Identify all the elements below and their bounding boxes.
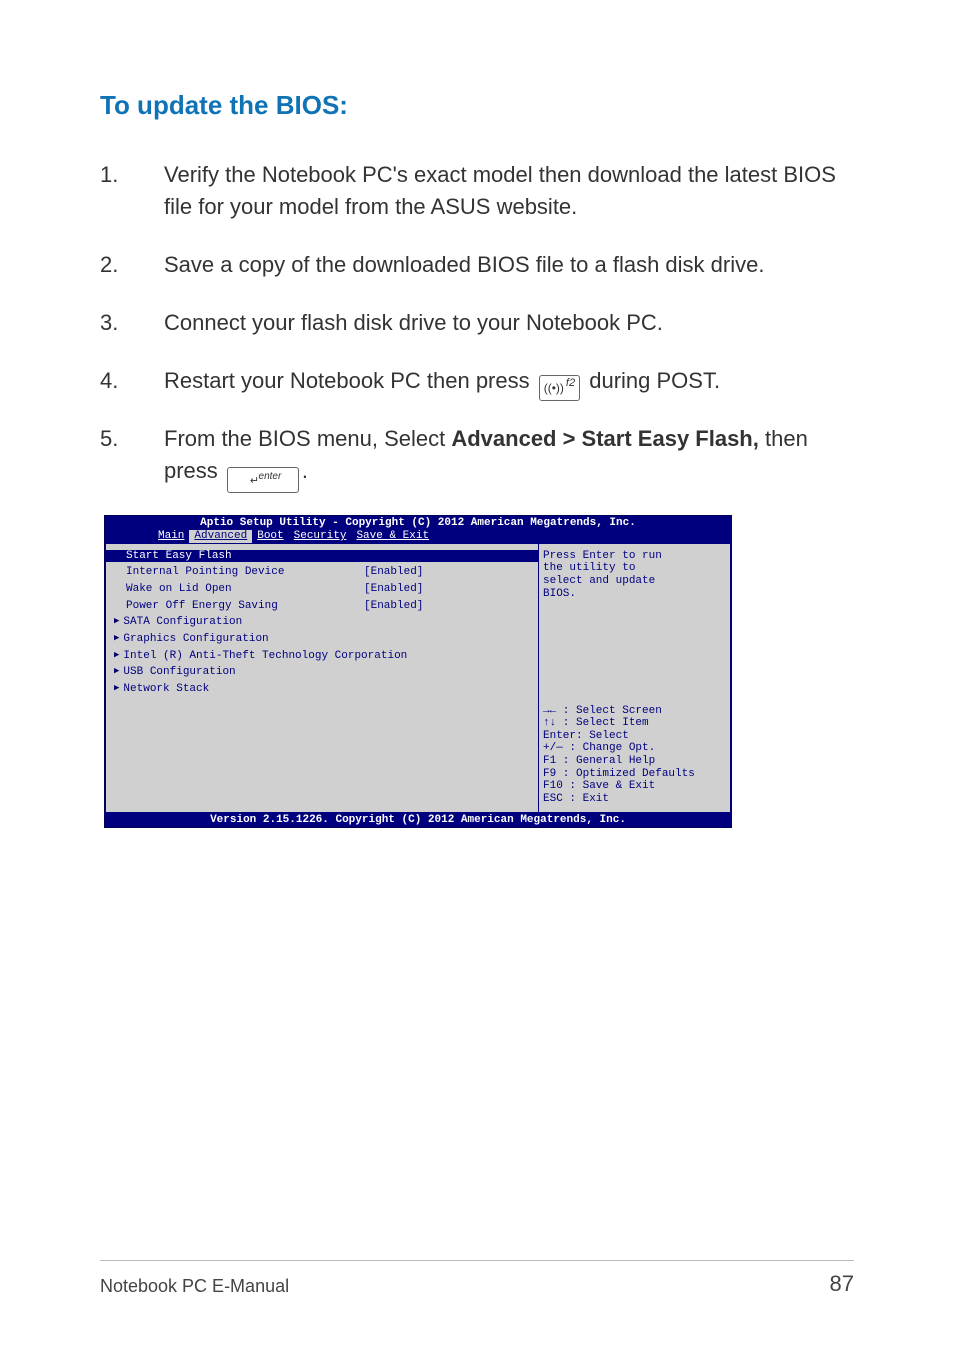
legend-line: Enter: Select	[543, 730, 726, 743]
bios-tabs: Main Advanced Boot Security Save & Exit	[105, 530, 731, 543]
step-text: From the BIOS menu, Select Advanced > St…	[164, 423, 854, 489]
key-enter-label: enter	[259, 470, 282, 485]
tab-boot: Boot	[252, 530, 288, 543]
step-1: 1. Verify the Notebook PC's exact model …	[100, 159, 854, 223]
bios-item-label: Intel (R) Anti-Theft Technology Corporat…	[123, 650, 407, 663]
tab-security: Security	[289, 530, 352, 543]
triangle-icon: ▶	[114, 683, 119, 696]
tab-main: Main	[153, 530, 189, 543]
bios-row-selected: Start Easy Flash	[106, 550, 538, 563]
bios-row: ▶ Intel (R) Anti-Theft Technology Corpora…	[114, 650, 530, 663]
bios-item-label: USB Configuration	[123, 666, 235, 679]
step-number: 2.	[100, 249, 164, 281]
enter-arrow-icon: ↵	[250, 474, 259, 490]
triangle-icon: ▶	[114, 633, 119, 646]
tab-advanced: Advanced	[189, 530, 252, 543]
key-f2: ((•)) f2	[539, 375, 580, 401]
triangle-icon: ▶	[114, 650, 119, 663]
bios-row: ▶ SATA Configuration	[114, 616, 530, 629]
bios-screenshot: Aptio Setup Utility - Copyright (C) 2012…	[104, 515, 732, 828]
help-line: select and update	[543, 575, 726, 588]
bios-row: Power Off Energy Saving [Enabled]	[114, 600, 530, 613]
bios-legend: →← : Select Screen ↑↓ : Select Item Ente…	[543, 705, 726, 806]
step-text: Connect your flash disk drive to your No…	[164, 307, 854, 339]
bios-left-panel: Start Easy Flash Internal Pointing Devic…	[105, 543, 538, 813]
bios-item-value: [Enabled]	[364, 566, 423, 579]
legend-line: +/— : Change Opt.	[543, 742, 726, 755]
step-period: .	[302, 458, 308, 483]
legend-line: F1 : General Help	[543, 755, 726, 768]
step-number: 5.	[100, 423, 164, 489]
legend-line: →← : Select Screen	[543, 705, 726, 718]
step-text-post: during POST.	[589, 368, 720, 393]
legend-line: F9 : Optimized Defaults	[543, 768, 726, 781]
key-enter: enter ↵	[227, 467, 299, 493]
legend-line: ESC : Exit	[543, 793, 726, 806]
step-4: 4. Restart your Notebook PC then press (…	[100, 365, 854, 398]
bios-item-label: Internal Pointing Device	[126, 566, 364, 579]
bios-item-label: Wake on Lid Open	[126, 583, 364, 596]
bios-item-label: Graphics Configuration	[123, 633, 268, 646]
bios-item-label: Start Easy Flash	[126, 550, 232, 563]
bios-row: Internal Pointing Device [Enabled]	[114, 566, 530, 579]
step-text-pre: From the BIOS menu, Select	[164, 426, 451, 451]
bios-footer: Version 2.15.1226. Copyright (C) 2012 Am…	[105, 813, 731, 828]
bios-right-panel: Press Enter to run the utility to select…	[538, 543, 731, 813]
step-text: Restart your Notebook PC then press ((•)…	[164, 365, 854, 398]
page-number: 87	[830, 1271, 854, 1297]
legend-line: ↑↓ : Select Item	[543, 717, 726, 730]
bios-header: Aptio Setup Utility - Copyright (C) 2012…	[105, 516, 731, 531]
step-text: Verify the Notebook PC's exact model the…	[164, 159, 854, 223]
step-5: 5. From the BIOS menu, Select Advanced >…	[100, 423, 854, 489]
bios-item-label: Power Off Energy Saving	[126, 600, 364, 613]
help-line: the utility to	[543, 562, 726, 575]
step-text: Save a copy of the downloaded BIOS file …	[164, 249, 854, 281]
footer-label: Notebook PC E-Manual	[100, 1276, 289, 1297]
section-title: To update the BIOS:	[100, 90, 854, 121]
triangle-icon: ▶	[114, 666, 119, 679]
bios-row: ▶ Graphics Configuration	[114, 633, 530, 646]
bios-help: Press Enter to run the utility to select…	[543, 550, 726, 601]
bios-row: ▶ Network Stack	[114, 683, 530, 696]
steps-list: 1. Verify the Notebook PC's exact model …	[100, 159, 854, 489]
bios-row: ▶ USB Configuration	[114, 666, 530, 679]
page-footer: Notebook PC E-Manual 87	[100, 1260, 854, 1297]
help-line: Press Enter to run	[543, 550, 726, 563]
step-number: 4.	[100, 365, 164, 398]
step-number: 1.	[100, 159, 164, 223]
triangle-icon: ▶	[114, 616, 119, 629]
bios-item-value: [Enabled]	[364, 583, 423, 596]
step-text-pre: Restart your Notebook PC then press	[164, 368, 536, 393]
legend-line: F10 : Save & Exit	[543, 780, 726, 793]
bios-item-value: [Enabled]	[364, 600, 423, 613]
wifi-icon: ((•))	[544, 380, 564, 397]
key-f2-label: f2	[566, 376, 575, 392]
bios-item-label: SATA Configuration	[123, 616, 242, 629]
help-line: BIOS.	[543, 588, 726, 601]
step-3: 3. Connect your flash disk drive to your…	[100, 307, 854, 339]
bios-item-label: Network Stack	[123, 683, 209, 696]
tab-save-exit: Save & Exit	[351, 530, 434, 543]
step-bold: Advanced > Start Easy Flash,	[451, 426, 759, 451]
step-2: 2. Save a copy of the downloaded BIOS fi…	[100, 249, 854, 281]
step-number: 3.	[100, 307, 164, 339]
bios-row: Wake on Lid Open [Enabled]	[114, 583, 530, 596]
